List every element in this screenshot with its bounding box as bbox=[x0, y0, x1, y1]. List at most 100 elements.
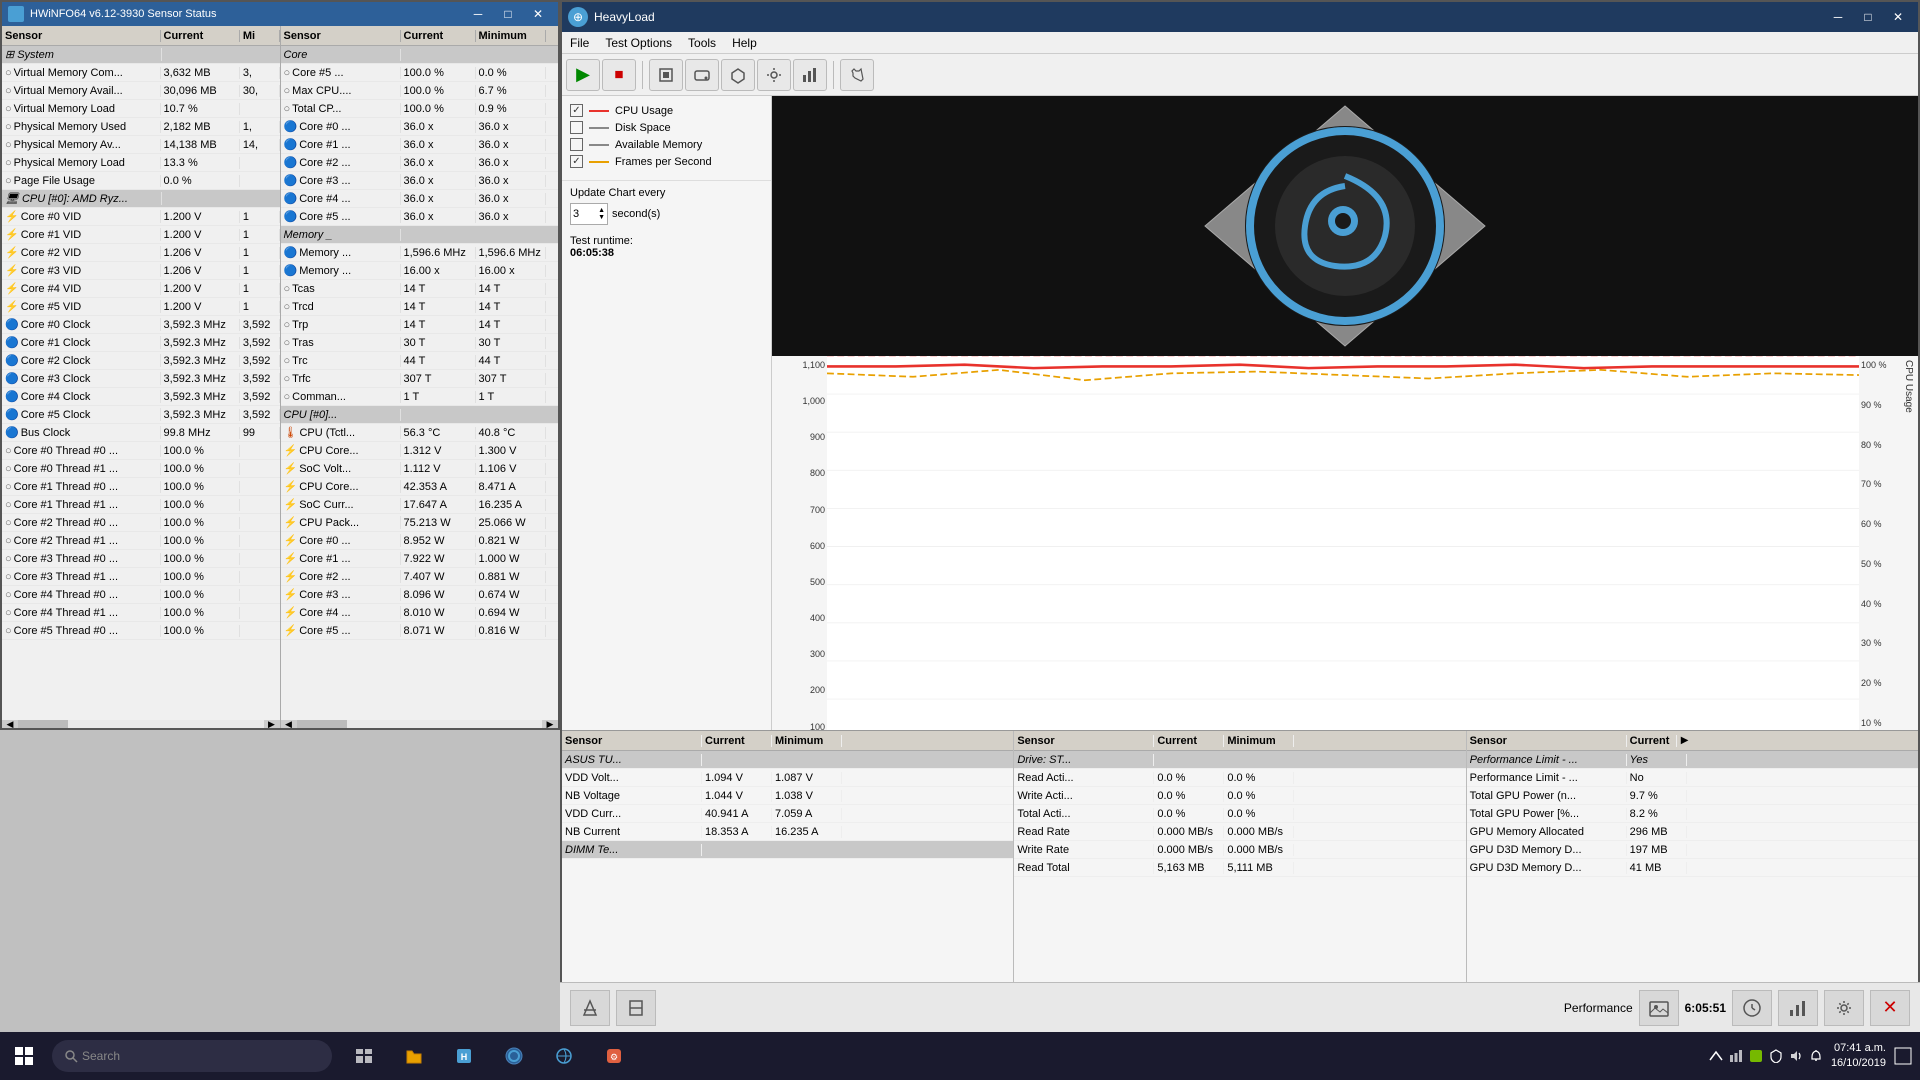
spin-down[interactable]: ▼ bbox=[598, 214, 605, 221]
legend-checkbox-mem[interactable] bbox=[570, 138, 583, 151]
hwinfo-left-row[interactable]: 🔵Core #4 Clock 3,592.3 MHz 3,592 bbox=[2, 388, 280, 406]
hwinfo-left-row[interactable]: ○Page File Usage 0.0 % bbox=[2, 172, 280, 190]
hwinfo-right-row[interactable]: ⚡Core #4 ... 8.010 W 0.694 W bbox=[281, 604, 559, 622]
notification-bell[interactable] bbox=[1894, 1047, 1912, 1065]
bp-row[interactable]: Total GPU Power [%... 8.2 % bbox=[1467, 805, 1918, 823]
hwinfo-right-rows[interactable]: Core ○Core #5 ... 100.0 % 0.0 % ○Max CPU… bbox=[281, 46, 559, 720]
hwinfo-right-row[interactable]: ⚡Core #5 ... 8.071 W 0.816 W bbox=[281, 622, 559, 640]
scroll-thumb2[interactable] bbox=[297, 720, 347, 728]
hwinfo-right-row[interactable]: 🔵Core #2 ... 36.0 x 36.0 x bbox=[281, 154, 559, 172]
legend-checkbox-disk[interactable] bbox=[570, 121, 583, 134]
legend-checkbox-fps[interactable] bbox=[570, 155, 583, 168]
hwinfo-right-row[interactable]: ○Total CP... 100.0 % 0.9 % bbox=[281, 100, 559, 118]
perf-settings-btn[interactable] bbox=[1824, 990, 1864, 1026]
toolbar-gpu[interactable] bbox=[721, 59, 755, 91]
hwinfo-right-row[interactable]: ⚡Core #0 ... 8.952 W 0.821 W bbox=[281, 532, 559, 550]
bp-row[interactable]: Performance Limit - ... No bbox=[1467, 769, 1918, 787]
taskbar-extra-app[interactable]: ⚙ bbox=[590, 1032, 638, 1080]
hwinfo-left-row[interactable]: ○Physical Memory Load 13.3 % bbox=[2, 154, 280, 172]
hwinfo-right-row[interactable]: 🔵Memory ... 1,596.6 MHz 1,596.6 MHz bbox=[281, 244, 559, 262]
hwinfo-left-row[interactable]: ○Core #5 Thread #0 ... 100.0 % bbox=[2, 622, 280, 640]
hwinfo-minimize[interactable]: ─ bbox=[464, 3, 492, 25]
hwinfo-right-row[interactable]: ○Trc 44 T 44 T bbox=[281, 352, 559, 370]
hwinfo-right-row[interactable]: 🔵Memory ... 16.00 x 16.00 x bbox=[281, 262, 559, 280]
hwinfo-right-row[interactable]: 🔵Core #1 ... 36.0 x 36.0 x bbox=[281, 136, 559, 154]
hl-maximize[interactable]: □ bbox=[1854, 6, 1882, 28]
hwinfo-right-row[interactable]: ○Core #5 ... 100.0 % 0.0 % bbox=[281, 64, 559, 82]
hwinfo-left-row[interactable]: ⚡Core #2 VID 1.206 V 1 bbox=[2, 244, 280, 262]
toolbar-settings2[interactable] bbox=[757, 59, 791, 91]
hwinfo-left-row[interactable]: ○Virtual Memory Load 10.7 % bbox=[2, 100, 280, 118]
toolbar-stop[interactable]: ⏹ bbox=[602, 59, 636, 91]
hwinfo-left-row[interactable]: ⚡Core #5 VID 1.200 V 1 bbox=[2, 298, 280, 316]
spin-arrows[interactable]: ▲ ▼ bbox=[598, 207, 605, 221]
taskbar-file-explorer[interactable] bbox=[390, 1032, 438, 1080]
hwinfo-right-row[interactable]: ⚡Core #2 ... 7.407 W 0.881 W bbox=[281, 568, 559, 586]
hwinfo-left-row[interactable]: 🔵Core #1 Clock 3,592.3 MHz 3,592 bbox=[2, 334, 280, 352]
bp-row[interactable]: NB Voltage 1.044 V 1.038 V bbox=[562, 787, 1013, 805]
menu-help[interactable]: Help bbox=[724, 34, 765, 52]
hwinfo-left-row[interactable]: ○Core #1 Thread #0 ... 100.0 % bbox=[2, 478, 280, 496]
hwinfo-right-row[interactable]: ⚡CPU Core... 1.312 V 1.300 V bbox=[281, 442, 559, 460]
hwinfo-left-row[interactable]: ○Core #0 Thread #0 ... 100.0 % bbox=[2, 442, 280, 460]
bp-row[interactable]: NB Current 18.353 A 16.235 A bbox=[562, 823, 1013, 841]
perf-img-btn[interactable] bbox=[1639, 990, 1679, 1026]
hwinfo-left-row[interactable]: 🔵Core #2 Clock 3,592.3 MHz 3,592 bbox=[2, 352, 280, 370]
hwinfo-left-row[interactable]: ○Core #2 Thread #0 ... 100.0 % bbox=[2, 514, 280, 532]
hwinfo-left-row[interactable]: ⚡Core #0 VID 1.200 V 1 bbox=[2, 208, 280, 226]
hwinfo-right-row[interactable]: ⚡CPU Pack... 75.213 W 25.066 W bbox=[281, 514, 559, 532]
bp-row[interactable]: Total Acti... 0.0 % 0.0 % bbox=[1014, 805, 1465, 823]
legend-checkbox-cpu[interactable] bbox=[570, 104, 583, 117]
hl-minimize[interactable]: ─ bbox=[1824, 6, 1852, 28]
hwinfo-right-row[interactable]: ○Trfc 307 T 307 T bbox=[281, 370, 559, 388]
hwinfo-right-row[interactable]: ○Trp 14 T 14 T bbox=[281, 316, 559, 334]
hwinfo-right-row[interactable]: 🔵Core #5 ... 36.0 x 36.0 x bbox=[281, 208, 559, 226]
hwinfo-maximize[interactable]: □ bbox=[494, 3, 522, 25]
hwinfo-right-row[interactable]: ⚡Core #1 ... 7.922 W 1.000 W bbox=[281, 550, 559, 568]
hwinfo-left-row[interactable]: ○Core #3 Thread #0 ... 100.0 % bbox=[2, 550, 280, 568]
hwinfo-left-row[interactable]: ○Core #2 Thread #1 ... 100.0 % bbox=[2, 532, 280, 550]
hwinfo-left-row[interactable]: ○Core #1 Thread #1 ... 100.0 % bbox=[2, 496, 280, 514]
p3-scroll-right[interactable]: ▶ bbox=[1677, 735, 1693, 746]
perf-close-btn[interactable]: ✕ bbox=[1870, 990, 1910, 1026]
bp-row[interactable]: GPU D3D Memory D... 197 MB bbox=[1467, 841, 1918, 859]
hwinfo-left-scrollbar[interactable]: ◀ ▶ bbox=[2, 720, 280, 728]
hwinfo-left-row[interactable]: 🔵Core #3 Clock 3,592.3 MHz 3,592 bbox=[2, 370, 280, 388]
perf-chart-btn[interactable] bbox=[1778, 990, 1818, 1026]
bp-row[interactable]: Read Rate 0.000 MB/s 0.000 MB/s bbox=[1014, 823, 1465, 841]
hwinfo-left-row[interactable]: ○Core #3 Thread #1 ... 100.0 % bbox=[2, 568, 280, 586]
taskbar-heavyload[interactable] bbox=[490, 1032, 538, 1080]
hwinfo-right-row[interactable]: ⚡CPU Core... 42.353 A 8.471 A bbox=[281, 478, 559, 496]
hwinfo-left-row[interactable]: ⚡Core #4 VID 1.200 V 1 bbox=[2, 280, 280, 298]
scroll-right-arrow2[interactable]: ▶ bbox=[542, 720, 558, 728]
taskbar-browser[interactable] bbox=[540, 1032, 588, 1080]
hwinfo-right-row[interactable]: ⚡Core #3 ... 8.096 W 0.674 W bbox=[281, 586, 559, 604]
bp-row[interactable]: Read Total 5,163 MB 5,111 MB bbox=[1014, 859, 1465, 877]
taskbar-hwinfo[interactable]: H bbox=[440, 1032, 488, 1080]
hwinfo-right-row[interactable]: ○Comman... 1 T 1 T bbox=[281, 388, 559, 406]
hwinfo-left-row[interactable]: ⚡Core #1 VID 1.200 V 1 bbox=[2, 226, 280, 244]
bp-row[interactable]: VDD Curr... 40.941 A 7.059 A bbox=[562, 805, 1013, 823]
hwinfo-left-row[interactable]: ○Core #0 Thread #1 ... 100.0 % bbox=[2, 460, 280, 478]
bp-row[interactable]: VDD Volt... 1.094 V 1.087 V bbox=[562, 769, 1013, 787]
scroll-right-arrow[interactable]: ▶ bbox=[264, 720, 280, 728]
hwinfo-left-row[interactable]: 🔵Bus Clock 99.8 MHz 99 bbox=[2, 424, 280, 442]
hwinfo-right-row[interactable]: ○Trcd 14 T 14 T bbox=[281, 298, 559, 316]
menu-tools[interactable]: Tools bbox=[680, 34, 724, 52]
hl-close[interactable]: ✕ bbox=[1884, 6, 1912, 28]
seconds-spinbox[interactable]: 3 ▲ ▼ bbox=[570, 203, 608, 225]
search-box[interactable]: Search bbox=[52, 1040, 332, 1072]
hwinfo-right-scrollbar[interactable]: ◀ ▶ bbox=[281, 720, 559, 728]
hwinfo-right-row[interactable]: ○Max CPU.... 100.0 % 6.7 % bbox=[281, 82, 559, 100]
hwinfo-left-row[interactable]: ○Physical Memory Used 2,182 MB 1, bbox=[2, 118, 280, 136]
hwinfo-right-row[interactable]: 🌡CPU (Tctl... 56.3 °C 40.8 °C bbox=[281, 424, 559, 442]
bp-row[interactable]: GPU D3D Memory D... 41 MB bbox=[1467, 859, 1918, 877]
scroll-left-arrow[interactable]: ◀ bbox=[2, 720, 18, 728]
bp-row[interactable]: Write Acti... 0.0 % 0.0 % bbox=[1014, 787, 1465, 805]
scroll-left-arrow2[interactable]: ◀ bbox=[281, 720, 297, 728]
hwinfo-left-row[interactable]: 🔵Core #0 Clock 3,592.3 MHz 3,592 bbox=[2, 316, 280, 334]
bp-row[interactable]: Total GPU Power (n... 9.7 % bbox=[1467, 787, 1918, 805]
hwinfo-right-row[interactable]: 🔵Core #3 ... 36.0 x 36.0 x bbox=[281, 172, 559, 190]
perf-clock-btn[interactable] bbox=[1732, 990, 1772, 1026]
hwinfo-right-row[interactable]: ○Tcas 14 T 14 T bbox=[281, 280, 559, 298]
